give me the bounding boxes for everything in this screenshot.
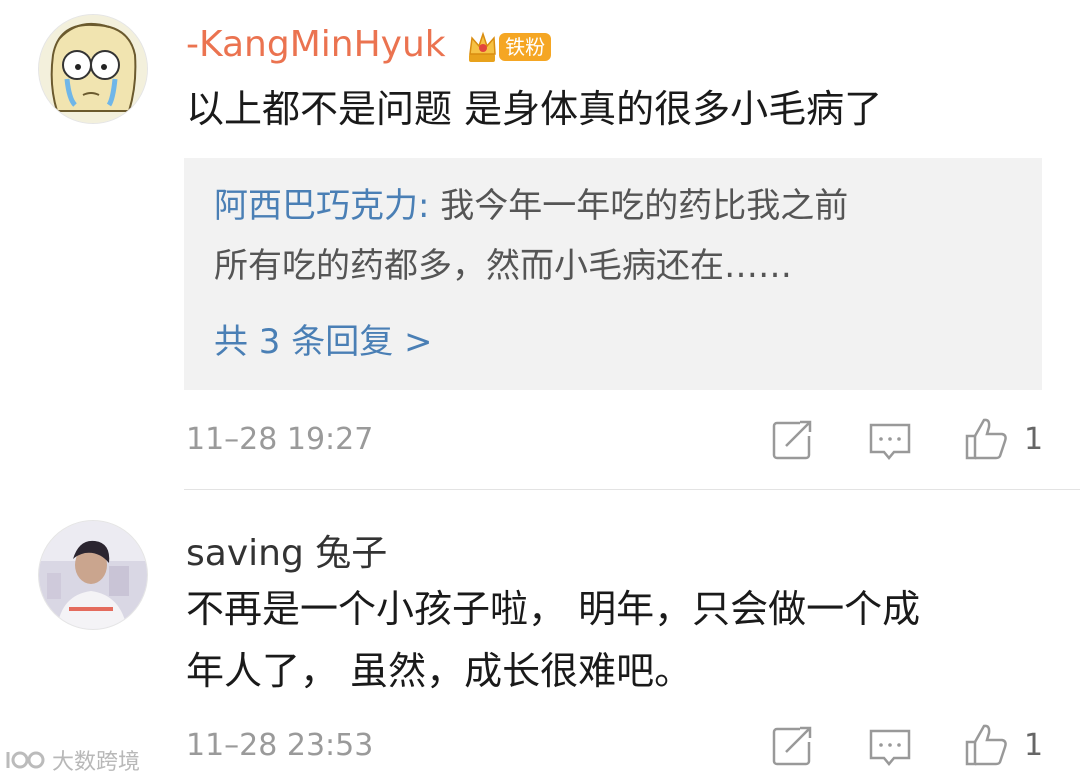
avatar-photo-image [39, 521, 147, 629]
username-text[interactable]: -KangMinHyuk [186, 24, 446, 65]
avatar[interactable] [38, 520, 148, 630]
comment-item: saving 兔子 不再是一个小孩子啦， 明年，只会做一个成 年人了， 虽然，成… [0, 490, 1080, 780]
comment-time: 11–28 19:27 [186, 422, 374, 457]
comment-item: -KangMinHyuk 铁粉 以上都不是问题 是身体真的很多小毛病了 阿西巴巧… [0, 0, 1080, 490]
watermark-text: 大数跨境 [52, 750, 141, 775]
like-icon[interactable] [964, 722, 1008, 766]
fan-badge[interactable]: 铁粉 [467, 25, 552, 62]
comment-time: 11–28 23:53 [186, 728, 374, 763]
fan-badge-label: 铁粉 [499, 33, 552, 61]
view-replies-link[interactable]: 共 3 条回复 > [214, 314, 433, 363]
comment-text-line: 不再是一个小孩子啦， 明年，只会做一个成 [186, 587, 921, 631]
comment-icon[interactable] [868, 726, 912, 770]
avatar-cartoon-image [39, 15, 147, 123]
comment-text: 以上都不是问题 是身体真的很多小毛病了 [186, 78, 882, 140]
comment-text-line: 年人了， 虽然，成长很难吧。 [186, 649, 693, 693]
share-icon[interactable] [770, 724, 814, 768]
watermark: 大数跨境 [4, 744, 140, 776]
reply-text-line: 我今年一年吃的药比我之前 [429, 186, 849, 226]
reply-content: 阿西巴巧克力: 我今年一年吃的药比我之前 所有吃的药都多，然而小毛病还在…… [214, 176, 848, 296]
avatar[interactable] [38, 14, 148, 124]
reply-text-line: 所有吃的药都多，然而小毛病还在…… [214, 246, 792, 286]
username[interactable]: -KangMinHyuk 铁粉 [186, 24, 552, 65]
reply-author[interactable]: 阿西巴巧克力 [214, 186, 418, 226]
like-icon[interactable] [964, 416, 1008, 460]
like-count: 1 [1024, 422, 1044, 457]
reply-preview[interactable]: 阿西巴巧克力: 我今年一年吃的药比我之前 所有吃的药都多，然而小毛病还在…… 共… [184, 158, 1042, 390]
comment-text-line: 以上都不是问题 是身体真的很多小毛病了 [186, 87, 883, 131]
username[interactable]: saving 兔子 [186, 524, 387, 576]
watermark-logo-icon [6, 751, 45, 769]
like-count: 1 [1024, 728, 1044, 763]
reply-separator: : [418, 186, 430, 226]
comment-text: 不再是一个小孩子啦， 明年，只会做一个成 年人了， 虽然，成长很难吧。 [186, 578, 920, 702]
share-icon[interactable] [770, 418, 814, 462]
comment-icon[interactable] [868, 420, 912, 464]
